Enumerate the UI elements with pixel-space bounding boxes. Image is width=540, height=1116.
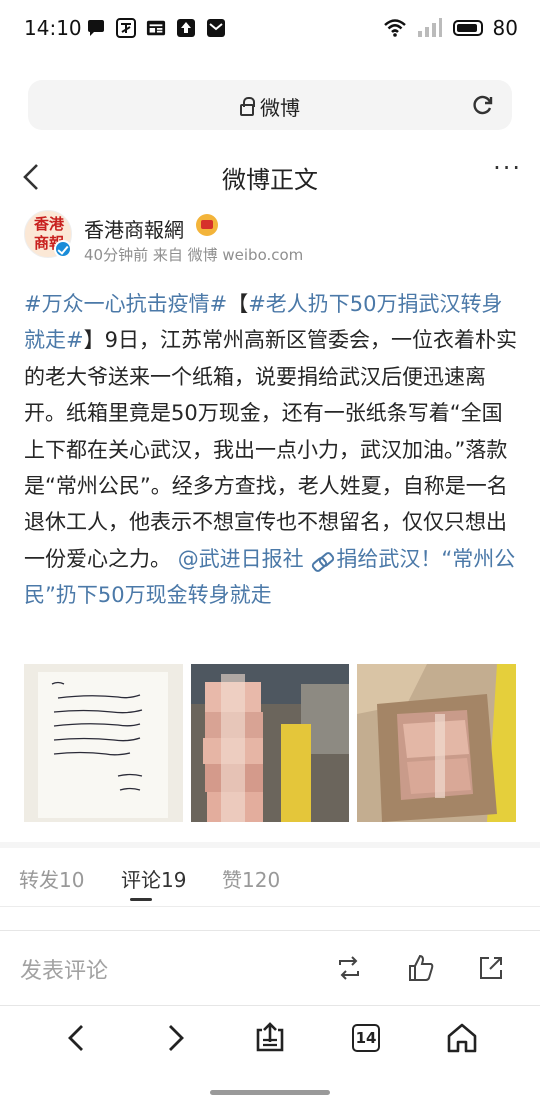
comment-input[interactable]: 发表评论 [20, 953, 108, 985]
address-bar-title-row: 微博 [28, 92, 512, 121]
author-name[interactable]: 香港商報網 [84, 214, 184, 243]
browser-back-icon[interactable] [60, 1020, 96, 1056]
more-options-icon[interactable]: ··· [493, 154, 522, 182]
page-title: 微博正文 [222, 166, 318, 194]
browser-toolbar: 微博 [0, 58, 540, 148]
tabs-divider [0, 906, 540, 907]
tab-repost[interactable]: 转发10 [19, 864, 84, 893]
handwritten-note-photo[interactable] [24, 664, 183, 822]
cash-box-photo[interactable] [357, 664, 517, 822]
notification-icons [86, 18, 226, 38]
news-icon [146, 18, 166, 38]
status-right: 80 [383, 16, 518, 40]
battery-level: 80 [492, 16, 518, 40]
cash-stacks-photo[interactable] [190, 664, 350, 822]
hashtag-link[interactable]: #万众一心抗击疫情# [24, 292, 227, 316]
reload-icon[interactable] [472, 94, 494, 116]
lock-icon [240, 97, 255, 116]
status-bar: 14:10 80 [0, 0, 540, 58]
share-icon[interactable] [476, 953, 506, 983]
active-tab-indicator [130, 898, 152, 901]
comment-bar: 发表评论 [0, 930, 540, 1006]
repost-icon[interactable] [334, 953, 364, 983]
upload-icon [176, 18, 196, 38]
home-icon[interactable] [444, 1020, 480, 1056]
gesture-home-indicator[interactable] [210, 1090, 330, 1095]
bracket-open: 【 [227, 292, 249, 316]
browser-forward-icon[interactable] [156, 1020, 192, 1056]
tab-switcher-button[interactable]: 14 [352, 1024, 380, 1052]
link-icon [312, 553, 332, 567]
tab-comments[interactable]: 评论19 [121, 864, 186, 893]
like-icon[interactable] [406, 953, 436, 983]
photo-grid [24, 664, 517, 822]
status-time: 14:10 [24, 16, 82, 40]
battery-icon [452, 20, 483, 36]
post-meta: 40分钟前 来自 微博 weibo.com [84, 246, 304, 264]
address-bar[interactable]: 微博 [28, 80, 512, 130]
chat-bubble-icon [86, 18, 106, 38]
translate-icon [116, 18, 136, 38]
author-row: 香港 商報 香港商報網 40分钟前 来自 微博 weibo.com [0, 206, 540, 274]
mention-link[interactable]: @武进日报社 [178, 547, 304, 571]
verified-badge-icon [54, 240, 72, 258]
mail-icon [206, 18, 226, 38]
tab-likes[interactable]: 赞120 [222, 864, 280, 893]
signal-icon [417, 18, 442, 37]
post-body: #万众一心抗击疫情#【#老人扔下50万捐武汉转身就走#】9日，江苏常州高新区管委… [24, 286, 520, 614]
wifi-icon [383, 19, 406, 37]
browser-share-icon[interactable] [252, 1020, 288, 1056]
address-bar-title: 微博 [260, 96, 300, 120]
browser-nav-bar: 14 [0, 1006, 540, 1116]
interaction-tabs: 转发10 评论19 赞120 [0, 848, 540, 904]
post-text: 】9日，江苏常州高新区管委会，一位衣着朴实的老大爷送来一个纸箱，说要捐给武汉后便… [24, 328, 517, 571]
page-header: 微博正文 ··· [0, 148, 540, 206]
vip-crown-icon [196, 214, 218, 236]
